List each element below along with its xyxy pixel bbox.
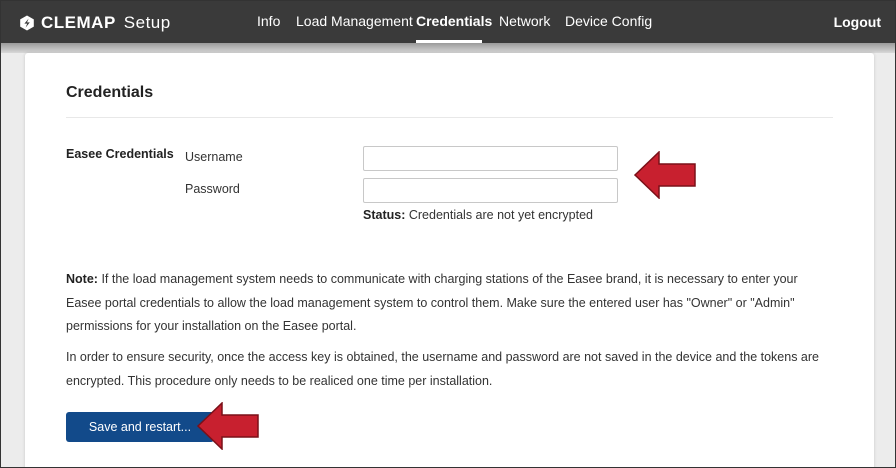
credentials-card: Credentials Easee Credentials Username P… (25, 53, 874, 467)
app-window: CLEMAP Setup Info Load Management Creden… (0, 0, 896, 468)
brand-subtitle: Setup (123, 13, 171, 32)
title-divider (66, 117, 833, 118)
status-line: Status: Credentials are not yet encrypte… (363, 208, 593, 222)
note-paragraph: Note: If the load management system need… (66, 268, 836, 339)
save-and-restart-button[interactable]: Save and restart... (66, 412, 214, 442)
section-label-easee: Easee Credentials (66, 147, 174, 161)
password-input[interactable] (363, 178, 618, 203)
red-arrow-icon (197, 402, 259, 450)
password-label: Password (185, 182, 240, 196)
brand-name: CLEMAP (41, 13, 116, 32)
top-navbar: CLEMAP Setup Info Load Management Creden… (1, 1, 895, 43)
page-title: Credentials (66, 84, 154, 101)
red-arrow-icon (634, 151, 696, 199)
status-text: Credentials are not yet encrypted (408, 208, 593, 222)
nav-device-config[interactable]: Device Config (565, 13, 652, 29)
status-label: Status: (363, 208, 406, 222)
clemap-logo-icon (20, 15, 34, 31)
brand[interactable]: CLEMAP Setup (19, 12, 171, 34)
nav-load-management[interactable]: Load Management (296, 13, 413, 29)
note-label: Note: (66, 272, 98, 286)
navbar-shadow (1, 43, 895, 53)
username-input[interactable] (363, 146, 618, 171)
security-paragraph: In order to ensure security, once the ac… (66, 350, 819, 388)
note-text: If the load management system needs to c… (66, 272, 798, 333)
logout-link[interactable]: Logout (834, 14, 881, 30)
nav-credentials[interactable]: Credentials (416, 13, 492, 29)
username-label: Username (185, 150, 243, 164)
nav-network[interactable]: Network (499, 13, 550, 29)
nav-info[interactable]: Info (257, 13, 280, 29)
